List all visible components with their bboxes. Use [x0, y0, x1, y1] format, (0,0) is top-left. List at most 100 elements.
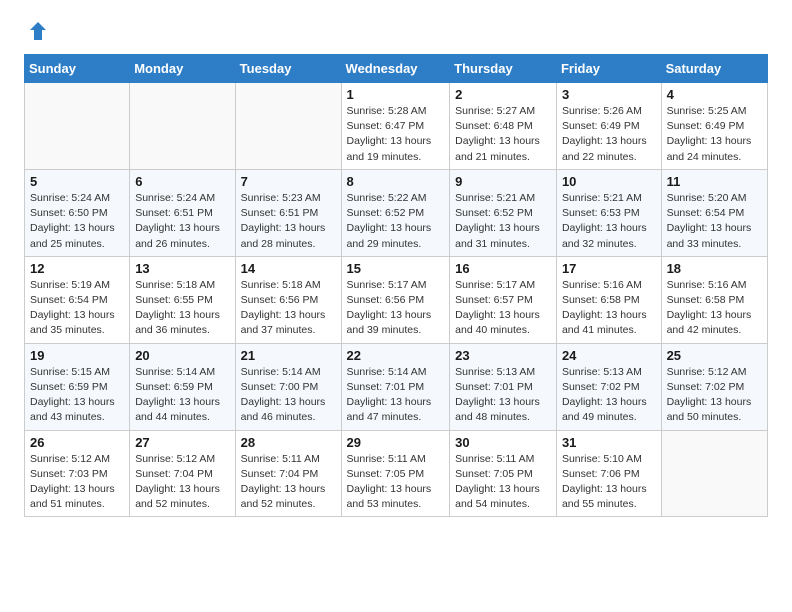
- calendar-cell: 13 Sunrise: 5:18 AM Sunset: 6:55 PM Dayli…: [130, 256, 235, 343]
- calendar-cell: 3 Sunrise: 5:26 AM Sunset: 6:49 PM Daylig…: [556, 83, 661, 170]
- day-info: Sunrise: 5:10 AM Sunset: 7:06 PM Dayligh…: [562, 452, 656, 513]
- day-info: Sunrise: 5:26 AM Sunset: 6:49 PM Dayligh…: [562, 104, 656, 165]
- day-info: Sunrise: 5:11 AM Sunset: 7:05 PM Dayligh…: [347, 452, 445, 513]
- calendar-cell: 6 Sunrise: 5:24 AM Sunset: 6:51 PM Daylig…: [130, 169, 235, 256]
- calendar-cell: 2 Sunrise: 5:27 AM Sunset: 6:48 PM Daylig…: [450, 83, 557, 170]
- day-number: 24: [562, 348, 656, 363]
- day-number: 26: [30, 435, 124, 450]
- day-info: Sunrise: 5:16 AM Sunset: 6:58 PM Dayligh…: [667, 278, 762, 339]
- calendar-cell: 1 Sunrise: 5:28 AM Sunset: 6:47 PM Daylig…: [341, 83, 450, 170]
- day-number: 31: [562, 435, 656, 450]
- day-number: 20: [135, 348, 229, 363]
- day-info: Sunrise: 5:11 AM Sunset: 7:05 PM Dayligh…: [455, 452, 551, 513]
- day-number: 18: [667, 261, 762, 276]
- day-info: Sunrise: 5:18 AM Sunset: 6:55 PM Dayligh…: [135, 278, 229, 339]
- day-info: Sunrise: 5:20 AM Sunset: 6:54 PM Dayligh…: [667, 191, 762, 252]
- day-info: Sunrise: 5:14 AM Sunset: 7:00 PM Dayligh…: [241, 365, 336, 426]
- week-row-2: 5 Sunrise: 5:24 AM Sunset: 6:50 PM Daylig…: [25, 169, 768, 256]
- day-number: 30: [455, 435, 551, 450]
- weekday-header-monday: Monday: [130, 55, 235, 83]
- day-number: 7: [241, 174, 336, 189]
- weekday-header-sunday: Sunday: [25, 55, 130, 83]
- day-info: Sunrise: 5:23 AM Sunset: 6:51 PM Dayligh…: [241, 191, 336, 252]
- day-info: Sunrise: 5:21 AM Sunset: 6:52 PM Dayligh…: [455, 191, 551, 252]
- day-number: 27: [135, 435, 229, 450]
- calendar-cell: 29 Sunrise: 5:11 AM Sunset: 7:05 PM Dayli…: [341, 430, 450, 517]
- weekday-header-wednesday: Wednesday: [341, 55, 450, 83]
- day-number: 5: [30, 174, 124, 189]
- day-info: Sunrise: 5:11 AM Sunset: 7:04 PM Dayligh…: [241, 452, 336, 513]
- day-info: Sunrise: 5:14 AM Sunset: 7:01 PM Dayligh…: [347, 365, 445, 426]
- day-info: Sunrise: 5:15 AM Sunset: 6:59 PM Dayligh…: [30, 365, 124, 426]
- day-info: Sunrise: 5:18 AM Sunset: 6:56 PM Dayligh…: [241, 278, 336, 339]
- calendar-cell: 18 Sunrise: 5:16 AM Sunset: 6:58 PM Dayli…: [661, 256, 767, 343]
- day-number: 2: [455, 87, 551, 102]
- calendar-cell: 27 Sunrise: 5:12 AM Sunset: 7:04 PM Dayli…: [130, 430, 235, 517]
- calendar-cell: 11 Sunrise: 5:20 AM Sunset: 6:54 PM Dayli…: [661, 169, 767, 256]
- week-row-3: 12Sunrise: 5:19 AM Sunset: 6:54 PM Dayli…: [25, 256, 768, 343]
- day-info: Sunrise: 5:13 AM Sunset: 7:01 PM Dayligh…: [455, 365, 551, 426]
- calendar-cell: [661, 430, 767, 517]
- weekday-header-tuesday: Tuesday: [235, 55, 341, 83]
- calendar-cell: 19Sunrise: 5:15 AM Sunset: 6:59 PM Dayli…: [25, 343, 130, 430]
- day-number: 17: [562, 261, 656, 276]
- calendar-cell: [25, 83, 130, 170]
- day-number: 6: [135, 174, 229, 189]
- day-number: 11: [667, 174, 762, 189]
- day-number: 15: [347, 261, 445, 276]
- calendar-cell: 23 Sunrise: 5:13 AM Sunset: 7:01 PM Dayli…: [450, 343, 557, 430]
- calendar-cell: 9 Sunrise: 5:21 AM Sunset: 6:52 PM Daylig…: [450, 169, 557, 256]
- day-number: 10: [562, 174, 656, 189]
- calendar-cell: 28Sunrise: 5:11 AM Sunset: 7:04 PM Dayli…: [235, 430, 341, 517]
- day-number: 16: [455, 261, 551, 276]
- day-number: 8: [347, 174, 445, 189]
- day-number: 29: [347, 435, 445, 450]
- weekday-header-row: SundayMondayTuesdayWednesdayThursdayFrid…: [25, 55, 768, 83]
- calendar-cell: [235, 83, 341, 170]
- weekday-header-thursday: Thursday: [450, 55, 557, 83]
- day-info: Sunrise: 5:22 AM Sunset: 6:52 PM Dayligh…: [347, 191, 445, 252]
- day-info: Sunrise: 5:14 AM Sunset: 6:59 PM Dayligh…: [135, 365, 229, 426]
- calendar-cell: 17 Sunrise: 5:16 AM Sunset: 6:58 PM Dayli…: [556, 256, 661, 343]
- weekday-header-friday: Friday: [556, 55, 661, 83]
- day-number: 14: [241, 261, 336, 276]
- day-number: 12: [30, 261, 124, 276]
- week-row-1: 1 Sunrise: 5:28 AM Sunset: 6:47 PM Daylig…: [25, 83, 768, 170]
- day-info: Sunrise: 5:17 AM Sunset: 6:57 PM Dayligh…: [455, 278, 551, 339]
- day-number: 13: [135, 261, 229, 276]
- calendar-table: SundayMondayTuesdayWednesdayThursdayFrid…: [24, 54, 768, 517]
- calendar-cell: 4 Sunrise: 5:25 AM Sunset: 6:49 PM Daylig…: [661, 83, 767, 170]
- day-info: Sunrise: 5:24 AM Sunset: 6:51 PM Dayligh…: [135, 191, 229, 252]
- day-number: 4: [667, 87, 762, 102]
- page: SundayMondayTuesdayWednesdayThursdayFrid…: [0, 0, 792, 533]
- calendar-cell: 14 Sunrise: 5:18 AM Sunset: 6:56 PM Dayli…: [235, 256, 341, 343]
- calendar-cell: 26 Sunrise: 5:12 AM Sunset: 7:03 PM Dayli…: [25, 430, 130, 517]
- day-number: 9: [455, 174, 551, 189]
- calendar-cell: 24 Sunrise: 5:13 AM Sunset: 7:02 PM Dayli…: [556, 343, 661, 430]
- day-info: Sunrise: 5:12 AM Sunset: 7:02 PM Dayligh…: [667, 365, 762, 426]
- calendar-cell: 25Sunrise: 5:12 AM Sunset: 7:02 PM Dayli…: [661, 343, 767, 430]
- calendar-cell: 22Sunrise: 5:14 AM Sunset: 7:01 PM Dayli…: [341, 343, 450, 430]
- day-number: 23: [455, 348, 551, 363]
- day-number: 1: [347, 87, 445, 102]
- calendar-cell: 21Sunrise: 5:14 AM Sunset: 7:00 PM Dayli…: [235, 343, 341, 430]
- calendar-cell: [130, 83, 235, 170]
- day-info: Sunrise: 5:13 AM Sunset: 7:02 PM Dayligh…: [562, 365, 656, 426]
- calendar-cell: 16 Sunrise: 5:17 AM Sunset: 6:57 PM Dayli…: [450, 256, 557, 343]
- day-info: Sunrise: 5:28 AM Sunset: 6:47 PM Dayligh…: [347, 104, 445, 165]
- day-info: Sunrise: 5:21 AM Sunset: 6:53 PM Dayligh…: [562, 191, 656, 252]
- day-info: Sunrise: 5:27 AM Sunset: 6:48 PM Dayligh…: [455, 104, 551, 165]
- calendar-cell: 10 Sunrise: 5:21 AM Sunset: 6:53 PM Dayli…: [556, 169, 661, 256]
- weekday-header-saturday: Saturday: [661, 55, 767, 83]
- day-info: Sunrise: 5:12 AM Sunset: 7:03 PM Dayligh…: [30, 452, 124, 513]
- calendar-cell: 8 Sunrise: 5:22 AM Sunset: 6:52 PM Daylig…: [341, 169, 450, 256]
- day-info: Sunrise: 5:12 AM Sunset: 7:04 PM Dayligh…: [135, 452, 229, 513]
- day-info: Sunrise: 5:16 AM Sunset: 6:58 PM Dayligh…: [562, 278, 656, 339]
- day-info: Sunrise: 5:25 AM Sunset: 6:49 PM Dayligh…: [667, 104, 762, 165]
- day-number: 3: [562, 87, 656, 102]
- header: [24, 20, 768, 42]
- week-row-5: 26 Sunrise: 5:12 AM Sunset: 7:03 PM Dayli…: [25, 430, 768, 517]
- day-info: Sunrise: 5:24 AM Sunset: 6:50 PM Dayligh…: [30, 191, 124, 252]
- calendar-cell: 5 Sunrise: 5:24 AM Sunset: 6:50 PM Daylig…: [25, 169, 130, 256]
- logo-icon: [26, 20, 48, 42]
